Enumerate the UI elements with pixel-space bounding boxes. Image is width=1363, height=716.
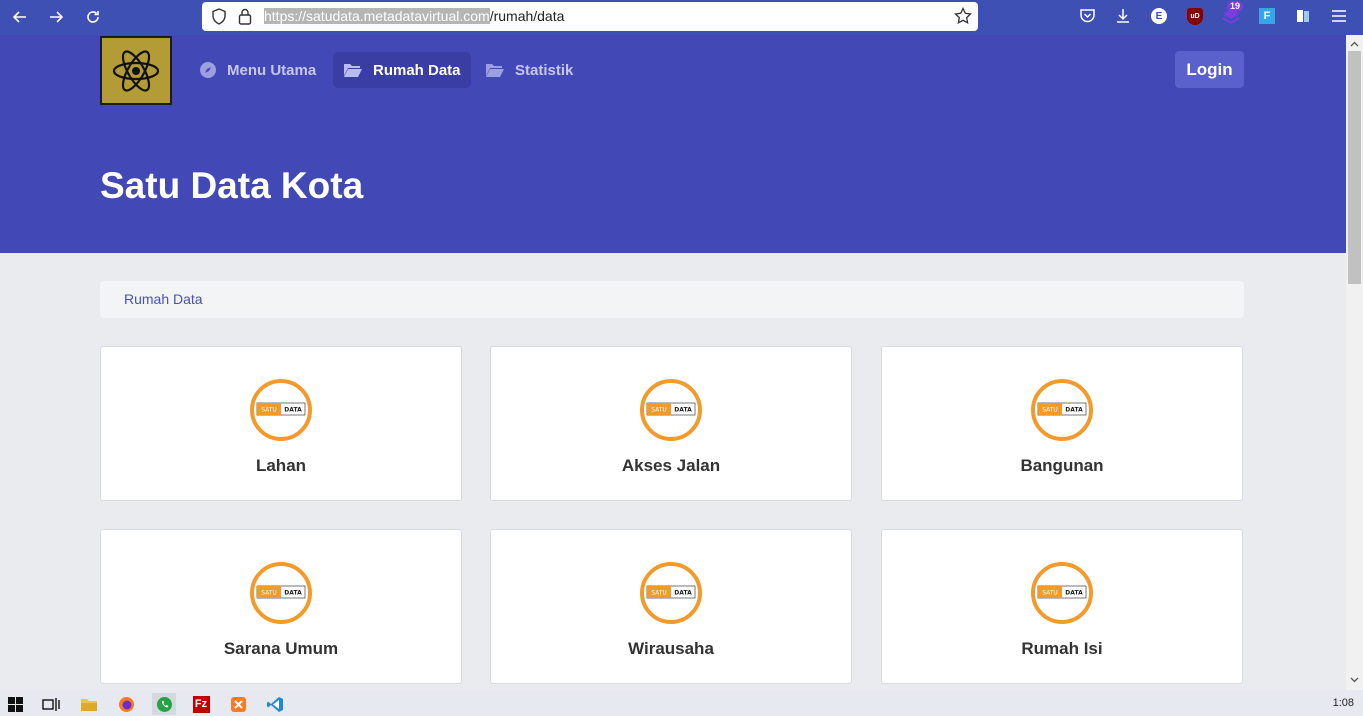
forward-button[interactable] [44, 6, 68, 28]
reload-button[interactable] [81, 6, 105, 28]
breadcrumb-current[interactable]: Rumah Data [124, 291, 203, 307]
satu-data-logo-left: SATU [1042, 407, 1058, 414]
task-view-icon[interactable] [39, 693, 63, 715]
address-bar[interactable]: https://satudata.metadatavirtual.com/rum… [202, 2, 978, 31]
url-host: https://satudata.metadatavirtual.com [264, 8, 490, 24]
extension-badge: 19 [1227, 1, 1244, 12]
card-label: Wirausaha [628, 639, 714, 658]
scroll-up-button[interactable] [1346, 37, 1363, 51]
pocket-icon[interactable] [1077, 6, 1097, 26]
nav-menu-utama[interactable]: Menu Utama [189, 52, 326, 88]
atom-icon [112, 49, 160, 92]
file-explorer-icon[interactable] [77, 693, 101, 715]
satu-data-logo: SATU DATA [250, 562, 312, 624]
nav-rumah-data[interactable]: Rumah Data [333, 52, 471, 88]
satu-data-logo: SATU DATA [1031, 379, 1093, 441]
chevron-down-icon [1350, 677, 1359, 683]
url-text[interactable]: https://satudata.metadatavirtual.com/rum… [264, 8, 564, 24]
folder-open-icon [486, 64, 504, 77]
download-icon[interactable] [1113, 6, 1133, 26]
menu-icon[interactable] [1329, 6, 1349, 26]
taskbar: Fz 1:08 [0, 690, 1363, 716]
arrow-left-icon [12, 11, 26, 23]
compass-icon [200, 62, 216, 78]
reload-icon [87, 11, 99, 23]
f-extension-icon[interactable]: F [1257, 6, 1277, 26]
satu-data-logo-left: SATU [1042, 590, 1058, 597]
filezilla-icon[interactable]: Fz [189, 693, 213, 715]
firefox-icon[interactable] [114, 693, 138, 715]
satu-data-logo-right: DATA [1065, 590, 1083, 597]
nav-statistik[interactable]: Statistik [475, 52, 583, 88]
shield-icon[interactable] [211, 8, 227, 25]
site-logo[interactable] [100, 36, 172, 105]
chevron-up-icon [1350, 41, 1359, 47]
arrow-right-icon [50, 11, 64, 23]
satu-data-logo-left: SATU [261, 407, 277, 414]
account-icon[interactable]: E [1149, 6, 1169, 26]
account-initial: E [1151, 8, 1167, 24]
satu-data-logo-right: DATA [284, 590, 302, 597]
back-button[interactable] [8, 6, 32, 28]
satu-data-logo: SATU DATA [250, 379, 312, 441]
windows-start-icon[interactable] [3, 693, 27, 715]
nav-menu-utama-label: Menu Utama [227, 61, 317, 79]
data-card-sarana-umum[interactable]: SATU DATA Sarana Umum [100, 529, 462, 684]
lock-icon[interactable] [238, 8, 252, 25]
satu-data-logo-right: DATA [674, 590, 692, 597]
page-title: Satu Data Kota [100, 165, 364, 206]
login-button[interactable]: Login [1175, 51, 1244, 88]
satu-data-logo: SATU DATA [640, 562, 702, 624]
data-card-wirausaha[interactable]: SATU DATA Wirausaha [490, 529, 852, 684]
satu-data-logo: SATU DATA [640, 379, 702, 441]
hero-banner: Menu Utama Rumah Data Statistik Login Sa… [0, 35, 1346, 253]
browser-toolbar: https://satudata.metadatavirtual.com/rum… [0, 0, 1363, 35]
satu-data-logo-right: DATA [1065, 407, 1083, 414]
card-label: Bangunan [1020, 456, 1104, 475]
card-label: Rumah Isi [1021, 639, 1103, 658]
vscode-icon[interactable] [263, 693, 287, 715]
card-label: Akses Jalan [621, 456, 721, 475]
scroll-thumb[interactable] [1348, 51, 1361, 284]
satu-data-logo-left: SATU [651, 407, 667, 414]
data-card-lahan[interactable]: SATU DATA Lahan [100, 346, 462, 501]
xampp-icon[interactable] [226, 693, 250, 715]
taskbar-clock[interactable]: 1:08 [1333, 697, 1354, 709]
breadcrumb: Rumah Data [100, 281, 1244, 318]
card-label: Sarana Umum [223, 639, 339, 658]
data-card-akses-jalan[interactable]: SATU DATA Akses Jalan [490, 346, 852, 501]
ublock-icon[interactable]: uD [1185, 6, 1205, 26]
folder-open-icon [344, 64, 362, 77]
data-card-rumah-isi[interactable]: SATU DATA Rumah Isi [881, 529, 1243, 684]
ublock-label: uD [1187, 7, 1203, 25]
nav-statistik-label: Statistik [515, 61, 574, 79]
nav-rumah-data-label: Rumah Data [373, 61, 461, 79]
satu-data-logo-left: SATU [261, 590, 277, 597]
star-icon[interactable] [954, 7, 972, 25]
page-scrollbar[interactable] [1346, 35, 1363, 690]
card-label: Lahan [255, 456, 307, 475]
whatsapp-icon[interactable] [152, 693, 176, 715]
satu-data-logo-right: DATA [674, 407, 692, 414]
satu-data-logo-right: DATA [284, 407, 302, 414]
scroll-down-button[interactable] [1346, 673, 1363, 687]
url-path: /rumah/data [489, 8, 565, 24]
satu-data-logo-left: SATU [651, 590, 667, 597]
satu-data-logo: SATU DATA [1031, 562, 1093, 624]
page-content: Menu Utama Rumah Data Statistik Login Sa… [0, 35, 1346, 690]
data-card-bangunan[interactable]: SATU DATA Bangunan [881, 346, 1243, 501]
containers-icon[interactable] [1293, 6, 1313, 26]
